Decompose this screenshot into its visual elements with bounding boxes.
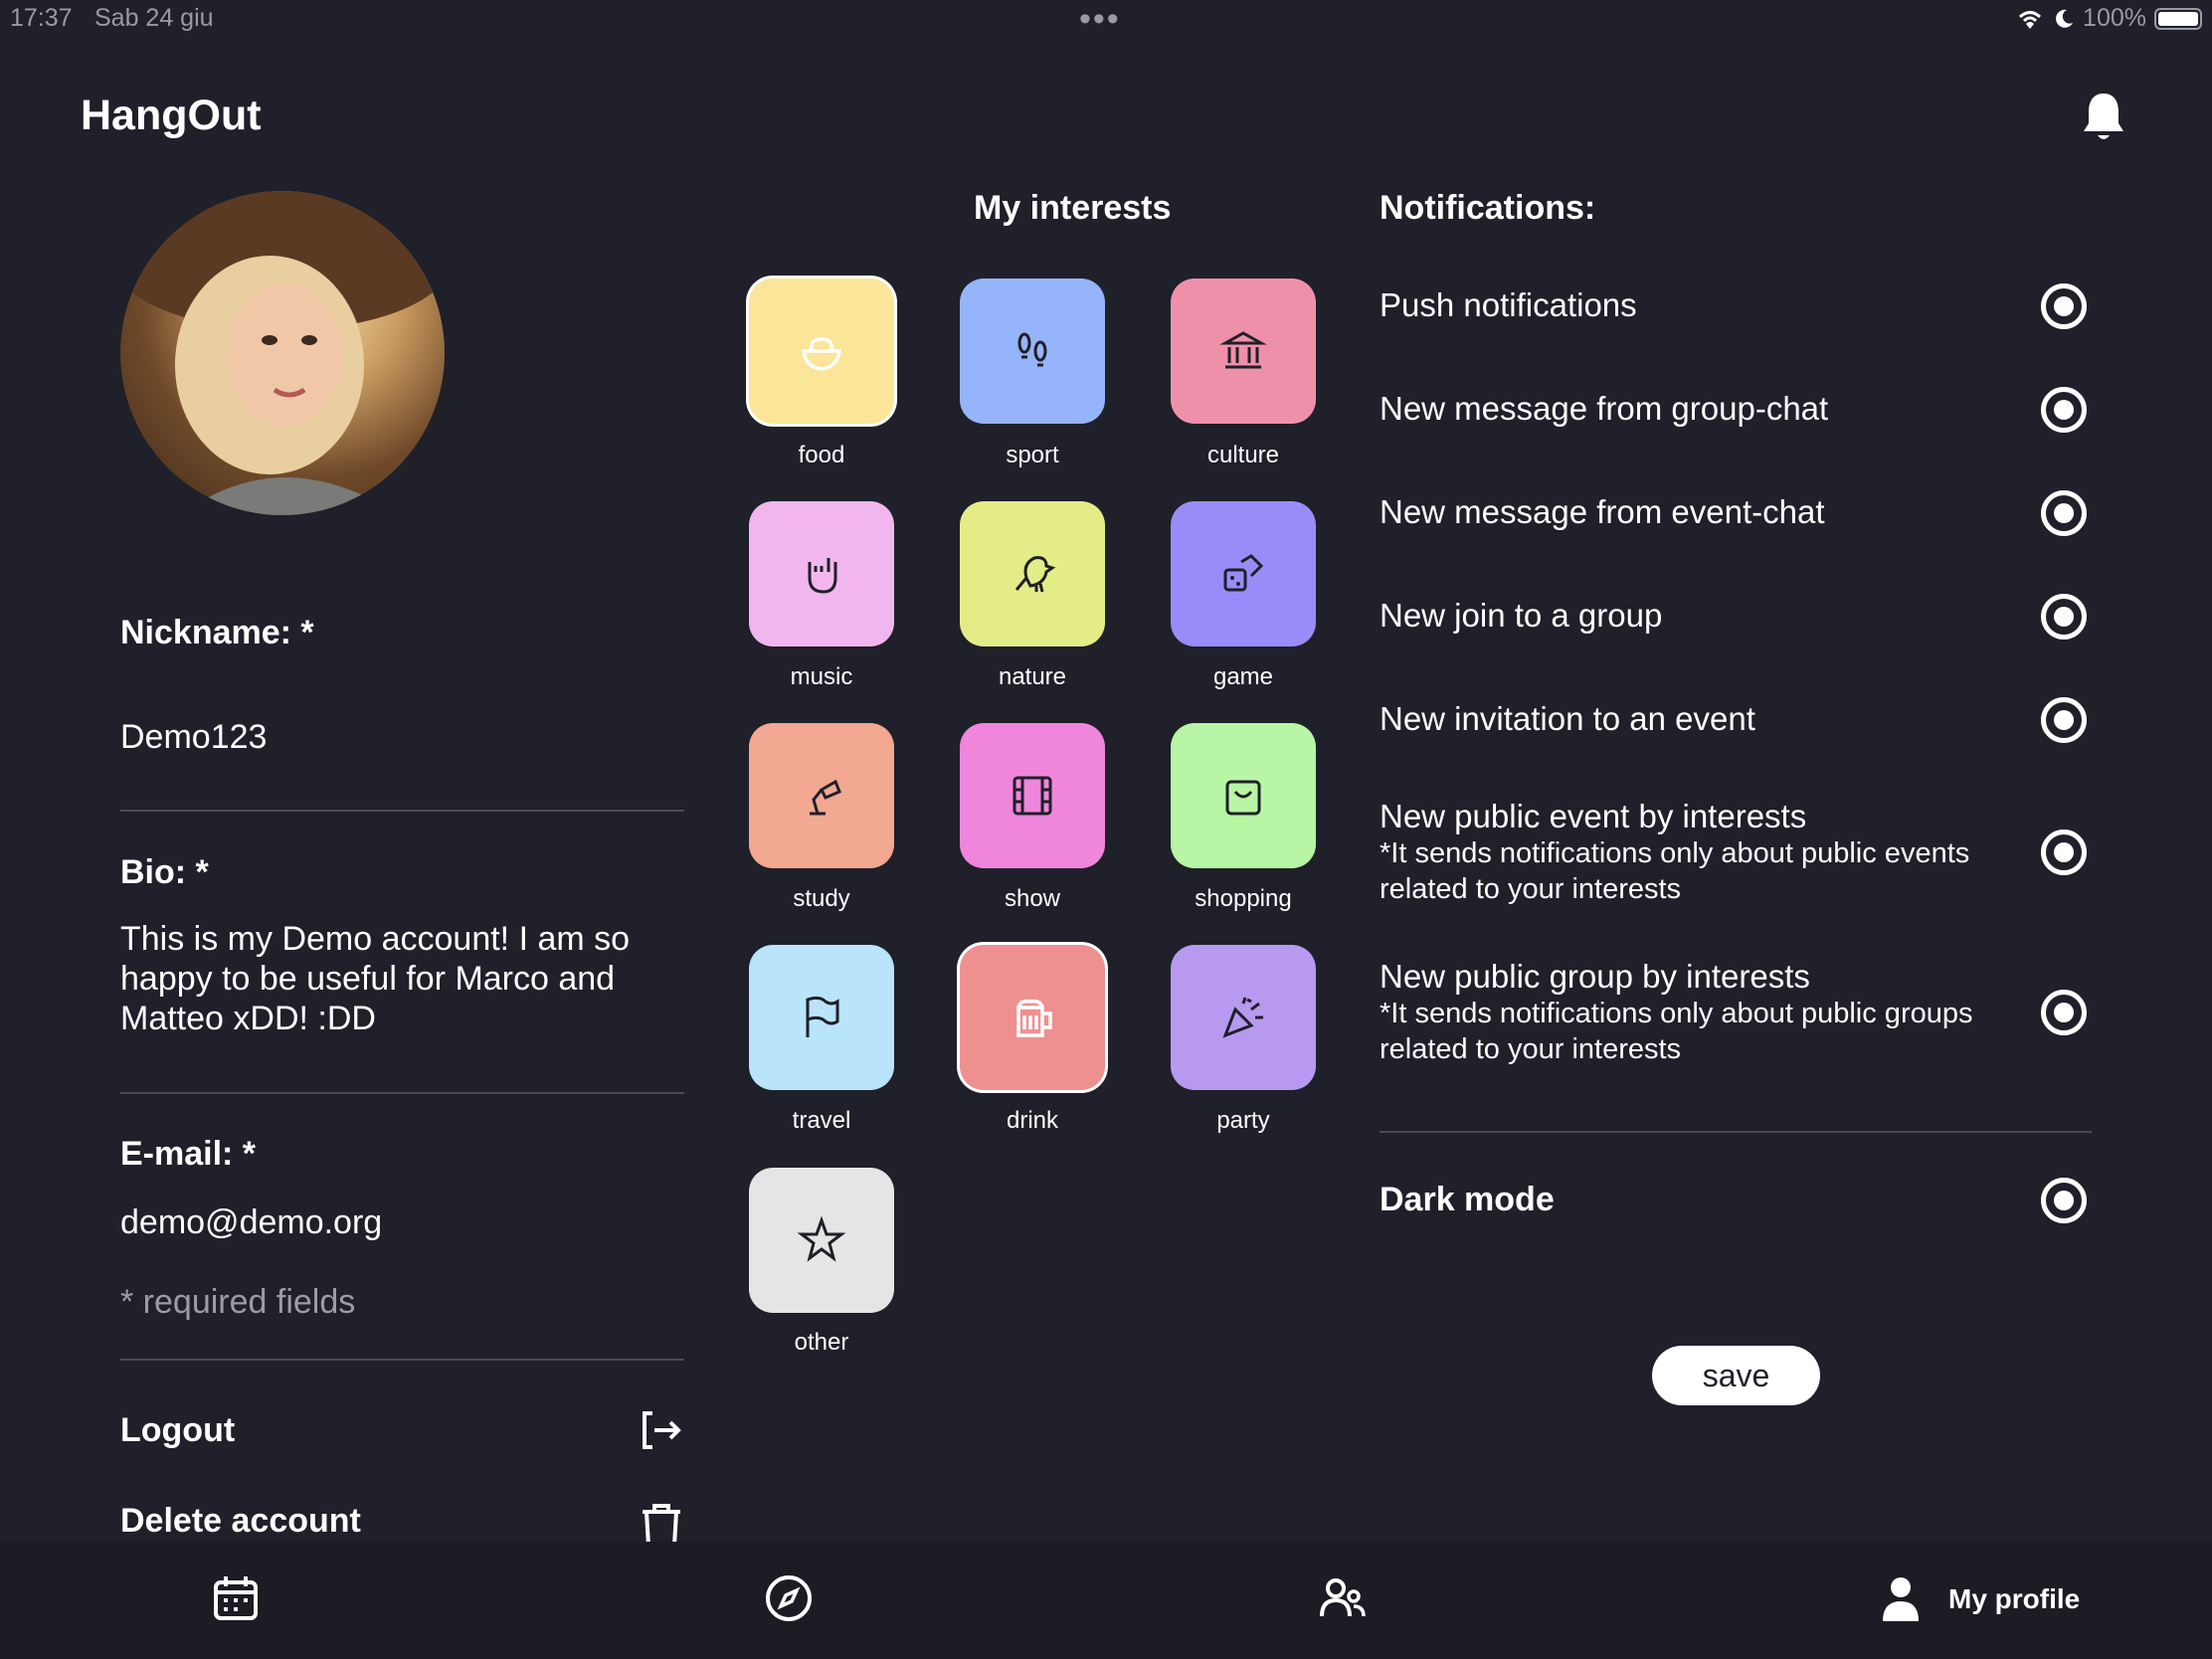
push-notifications-label: Push notifications [1380,286,1637,323]
flag-icon [806,996,839,1037]
status-indicators: 100% [2015,4,2202,33]
invitation-notification-toggle[interactable] [2041,697,2087,743]
interest-label: shopping [1195,885,1292,912]
divider [120,1092,684,1094]
bio-textarea[interactable]: This is my Demo account! I am so happy t… [120,919,684,1038]
interest-shopping[interactable] [1171,723,1316,868]
public-group-notification-toggle[interactable] [2041,990,2087,1035]
logout-button[interactable]: Logout [120,1407,684,1453]
interest-label: party [1216,1107,1270,1134]
public-event-notification-label: New public event by interests [1380,798,1807,834]
interest-food[interactable] [749,278,894,424]
join-group-notification-toggle[interactable] [2041,594,2087,640]
interest-study[interactable] [749,723,894,868]
party-popper-icon [1222,997,1263,1038]
bell-icon[interactable] [2079,90,2128,145]
invitation-notification-label: New invitation to an event [1380,700,1755,737]
interest-label: study [793,885,850,912]
interest-label: show [1004,885,1061,912]
shopping-bag-icon [1225,780,1261,816]
divider [120,810,684,812]
delete-account-button[interactable]: Delete account [120,1502,684,1542]
museum-icon [1219,331,1267,369]
group-chat-notification-label: New message from group-chat [1380,390,1829,427]
desk-lamp-icon [810,779,841,816]
join-group-notification-label: New join to a group [1380,597,1663,634]
interest-music[interactable] [749,501,894,646]
public-event-notification-toggle[interactable] [2041,830,2087,875]
bio-label: Bio: * [120,853,209,891]
battery-icon [2154,7,2202,30]
rock-hand-icon [808,558,837,594]
interest-label: sport [1006,442,1059,468]
email-input[interactable]: demo@demo.org [120,1203,382,1242]
moon-icon [2056,9,2074,28]
public-event-notification-note: *It sends notifications only about publi… [1380,837,1970,905]
public-group-notification-note: *It sends notifications only about publi… [1380,998,1973,1065]
beer-icon [1016,999,1052,1037]
event-chat-notification-label: New message from event-chat [1380,493,1825,530]
public-group-notification-label: New public group by interests [1380,958,1810,995]
nickname-input[interactable]: Demo123 [120,718,267,757]
required-note: * required fields [120,1283,356,1321]
trash-icon [643,1504,680,1542]
interest-label: other [794,1329,849,1356]
interest-show[interactable] [960,723,1105,868]
public-group-notification: New public group by interests *It sends … [1380,958,2036,1067]
avatar[interactable] [120,191,445,515]
interest-label: nature [998,663,1067,690]
dark-mode-toggle[interactable] [2041,1178,2087,1223]
interest-culture[interactable] [1171,278,1316,424]
divider [120,1359,684,1361]
nickname-label: Nickname: * [120,614,314,651]
logout-icon [643,1411,681,1449]
divider [1380,1131,2092,1133]
interest-label: drink [1006,1107,1059,1134]
interest-game[interactable] [1171,501,1316,646]
interest-label: music [790,663,853,690]
logout-label: Logout [120,1410,236,1449]
my-profile-tab[interactable]: My profile [1875,1573,2080,1625]
interest-label: travel [792,1107,851,1134]
notifications-title: Notifications: [1380,189,1596,227]
interest-label: culture [1206,442,1280,468]
public-event-notification: New public event by interests *It sends … [1380,798,2036,907]
status-date: Sab 24 giu [94,4,214,32]
dark-mode-label: Dark mode [1380,1181,1555,1218]
interests-title: My interests [974,189,1172,227]
salad-bowl-icon [802,337,841,371]
event-chat-notification-toggle[interactable] [2041,490,2087,536]
avatar-portrait-image [120,191,445,515]
my-profile-label: My profile [1948,1583,2081,1614]
multitask-dots[interactable]: ••• [1079,0,1121,39]
users-icon[interactable] [1316,1572,1368,1624]
delete-account-label: Delete account [120,1502,361,1540]
interest-label: game [1212,663,1274,690]
interest-other[interactable] [749,1168,894,1313]
interest-travel[interactable] [749,945,894,1090]
save-button[interactable]: save [1652,1346,1820,1405]
interest-label: food [798,442,845,468]
battery-percent: 100% [2083,4,2146,32]
status-time: 17:37 [10,4,73,32]
app-title: HangOut [81,92,262,139]
compass-icon[interactable] [763,1572,815,1624]
interest-party[interactable] [1171,945,1316,1090]
group-chat-notification-toggle[interactable] [2041,387,2087,433]
wifi-icon [2019,10,2042,29]
push-notifications-toggle[interactable] [2041,283,2087,329]
calendar-icon[interactable] [210,1572,262,1624]
person-icon [1883,1577,1919,1621]
footprints-icon [1017,332,1047,367]
star-icon [797,1215,846,1262]
film-icon [1013,776,1052,816]
dice-icon [1223,554,1264,592]
interest-sport[interactable] [960,278,1105,424]
bird-icon [1014,556,1056,593]
interest-nature[interactable] [960,501,1105,646]
email-label: E-mail: * [120,1135,257,1173]
interest-drink[interactable] [960,945,1105,1090]
